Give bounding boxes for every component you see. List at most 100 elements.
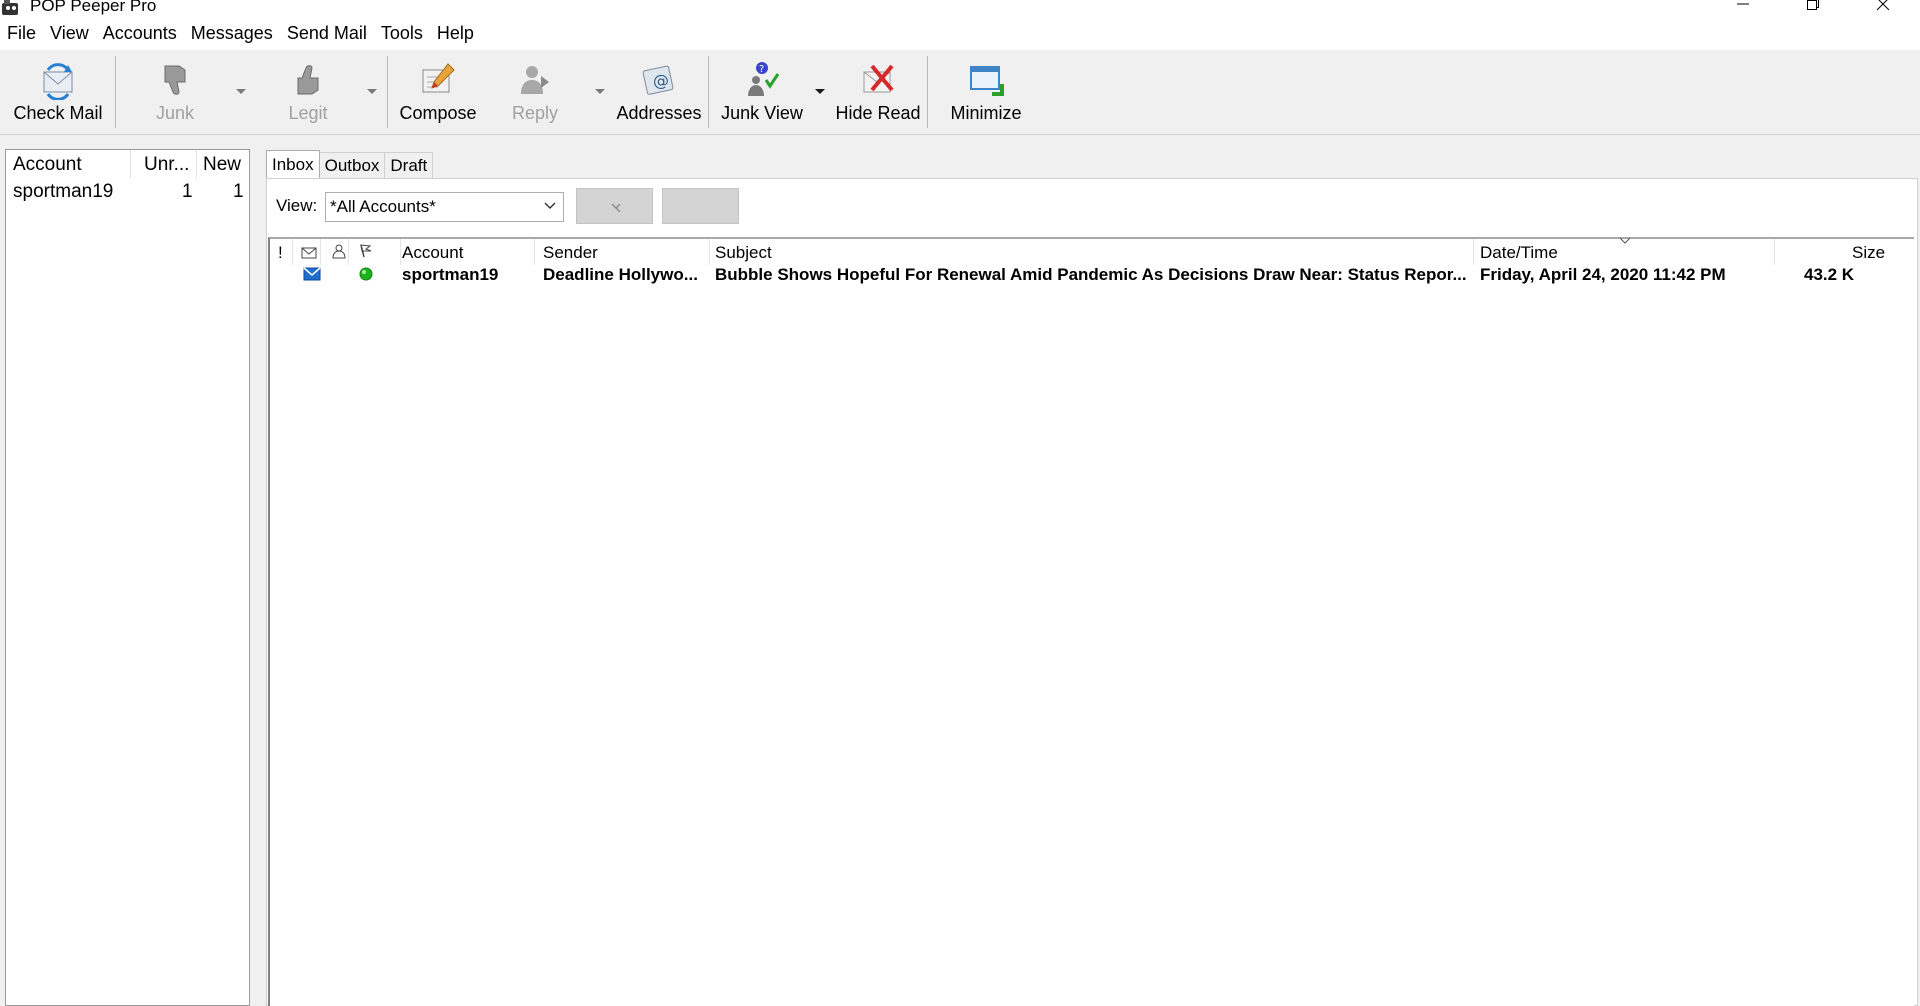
column-divider[interactable]	[196, 150, 197, 178]
column-divider[interactable]	[1473, 239, 1474, 265]
tab-outbox[interactable]: Outbox	[318, 152, 386, 178]
envelope-icon	[303, 267, 321, 281]
column-divider[interactable]	[320, 239, 321, 265]
column-flag-icon[interactable]	[358, 244, 372, 258]
minimize-to-tray-icon	[970, 66, 1004, 96]
thumbs-down-icon	[164, 65, 186, 95]
column-divider[interactable]	[1774, 239, 1775, 265]
junk-button[interactable]: Junk	[150, 54, 200, 132]
hide-read-label: Hide Read	[835, 103, 921, 123]
menu-help[interactable]: Help	[430, 16, 481, 50]
addresses-button[interactable]: @ Addresses	[616, 54, 702, 132]
compose-button[interactable]: Compose	[396, 54, 480, 132]
title-bar: POP Peeper Pro	[0, 0, 1920, 16]
menu-accounts[interactable]: Accounts	[96, 16, 184, 50]
delete-button[interactable]	[576, 188, 653, 224]
check-mail-icon	[43, 63, 73, 100]
reply-label: Reply	[511, 103, 559, 123]
column-divider[interactable]	[292, 239, 293, 265]
addresses-label: Addresses	[616, 103, 702, 123]
toolbar-separator	[927, 56, 928, 128]
junk-dropdown-arrow-icon[interactable]	[233, 86, 249, 96]
reply-button[interactable]: Reply	[509, 54, 561, 132]
minimize-icon	[1737, 3, 1749, 5]
menu-file[interactable]: File	[0, 16, 43, 50]
menu-messages[interactable]: Messages	[184, 16, 280, 50]
minimize-button[interactable]: Minimize	[947, 54, 1025, 132]
message-sender: Deadline Hollywo...	[543, 265, 698, 284]
toolbar-separator	[708, 56, 709, 128]
account-new-count: 1	[233, 181, 244, 202]
maximize-icon	[1807, 0, 1819, 10]
svg-text:@: @	[653, 71, 669, 90]
check-mail-button[interactable]: Check Mail	[12, 54, 104, 132]
tab-draft[interactable]: Draft	[384, 152, 434, 178]
message-account: sportman19	[402, 265, 499, 284]
reply-icon	[521, 66, 549, 94]
legit-label: Legit	[288, 103, 328, 123]
menu-tools[interactable]: Tools	[374, 16, 430, 50]
window-close-button[interactable]	[1854, 0, 1912, 16]
column-priority[interactable]: !	[278, 243, 283, 263]
hide-read-icon	[863, 64, 894, 93]
column-divider[interactable]	[709, 239, 710, 265]
junk-view-button[interactable]: ? Junk View	[719, 54, 805, 132]
junk-view-label: Junk View	[721, 103, 803, 123]
view-filter-select[interactable]: *All Accounts*	[325, 192, 564, 222]
address-book-icon: @	[642, 65, 674, 95]
toolbar-separator	[115, 56, 116, 128]
thumbs-up-icon	[297, 65, 319, 95]
account-name: sportman19	[13, 181, 114, 202]
column-divider[interactable]	[130, 150, 131, 178]
column-divider[interactable]	[348, 239, 349, 265]
view-filter-label: View:	[276, 196, 318, 215]
window-minimize-button[interactable]	[1714, 0, 1772, 16]
compose-label: Compose	[399, 103, 477, 123]
menu-send-mail[interactable]: Send Mail	[280, 16, 374, 50]
column-account[interactable]: Account	[402, 243, 463, 263]
tab-inbox[interactable]: Inbox	[266, 150, 320, 178]
column-divider[interactable]	[400, 239, 401, 265]
menu-view[interactable]: View	[43, 16, 96, 50]
window-maximize-button[interactable]	[1784, 0, 1842, 16]
window-title: POP Peeper Pro	[30, 0, 157, 15]
junk-view-dropdown-arrow-icon[interactable]	[812, 86, 828, 96]
legit-dropdown-arrow-icon[interactable]	[364, 86, 380, 96]
junk-view-icon: ?	[748, 62, 780, 96]
legit-button[interactable]: Legit	[283, 54, 333, 132]
app-logo-icon	[2, 0, 18, 15]
message-size: 43.2 K	[1804, 265, 1855, 284]
filter-action-button[interactable]	[662, 188, 739, 224]
column-subject[interactable]: Subject	[715, 243, 772, 263]
column-sender[interactable]: Sender	[543, 243, 598, 263]
column-datetime[interactable]: Date/Time	[1480, 243, 1558, 263]
accounts-header-account[interactable]: Account	[13, 154, 82, 176]
minimize-label: Minimize	[950, 103, 1022, 123]
accounts-header-unread[interactable]: Unr...	[144, 154, 189, 176]
svg-text:?: ?	[759, 64, 764, 75]
column-divider[interactable]	[534, 239, 535, 265]
column-envelope-icon[interactable]	[301, 245, 317, 259]
junk-label: Junk	[155, 103, 195, 123]
delete-icon	[611, 203, 621, 213]
sort-descending-icon	[1619, 237, 1631, 244]
reply-dropdown-arrow-icon[interactable]	[592, 86, 608, 96]
close-icon	[1876, 0, 1890, 11]
toolbar: Check Mail Junk Legit Compose Reply @ Ad…	[0, 50, 1920, 135]
column-size[interactable]: Size	[1852, 243, 1885, 263]
message-list: ! Account Sender Subject Date/Time Size	[268, 237, 1914, 1006]
view-filter-value: *All Accounts*	[330, 197, 436, 216]
column-person-icon[interactable]	[332, 244, 346, 259]
accounts-header-new[interactable]: New	[203, 154, 241, 176]
status-dot-icon	[359, 267, 373, 281]
menu-bar: File View Accounts Messages Send Mail To…	[0, 16, 1920, 50]
message-subject: Bubble Shows Hopeful For Renewal Amid Pa…	[715, 265, 1467, 284]
accounts-panel: Account Unr... New sportman19 1 1	[5, 149, 250, 1006]
chevron-down-icon	[544, 202, 556, 209]
check-mail-label: Check Mail	[13, 103, 103, 123]
hide-read-button[interactable]: Hide Read	[835, 54, 921, 132]
toolbar-separator	[387, 56, 388, 128]
folder-tabs: Inbox Outbox Draft	[266, 150, 434, 178]
account-unread-count: 1	[182, 181, 193, 202]
compose-icon	[422, 63, 455, 93]
